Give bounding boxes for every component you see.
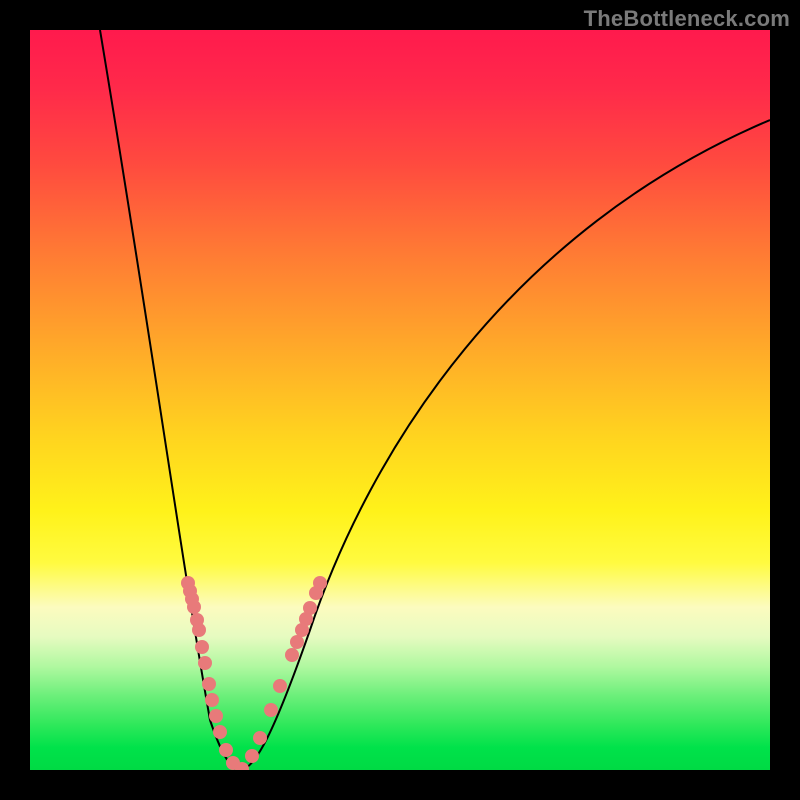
watermark-text: TheBottleneck.com xyxy=(584,6,790,32)
gradient-background xyxy=(30,30,770,770)
plot-area xyxy=(30,30,770,770)
chart-frame: TheBottleneck.com xyxy=(0,0,800,800)
